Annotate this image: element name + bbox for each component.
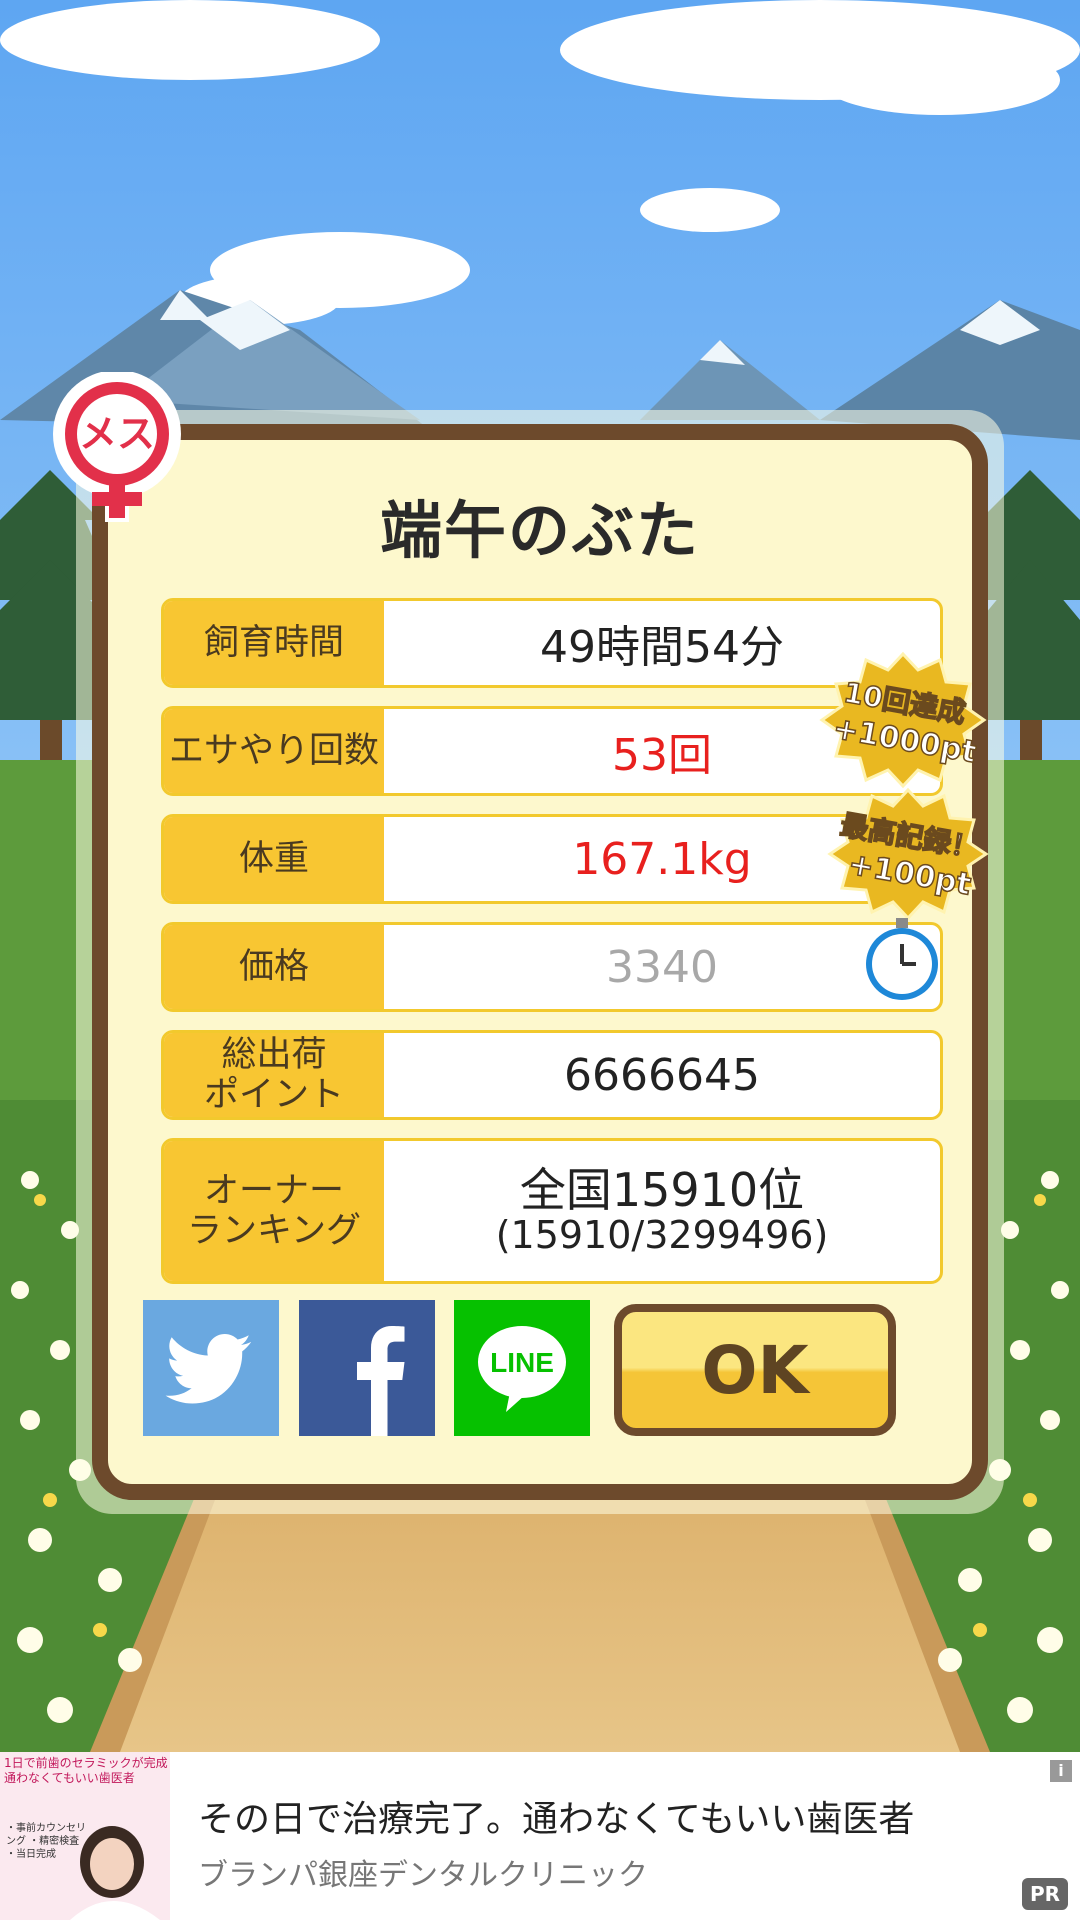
rank-national: 全国15910位	[519, 1162, 805, 1217]
ok-button[interactable]: OK	[614, 1304, 896, 1436]
female-gender-icon: メス	[50, 370, 184, 522]
ad-banner[interactable]: 1日で前歯のセラミックが完成 通わなくてもいい歯医者 ・事前カウンセリング ・精…	[0, 1752, 1080, 1920]
achievement-badge-record: 最高記録！ +100pt	[826, 786, 990, 922]
ad-image: 1日で前歯のセラミックが完成 通わなくてもいい歯医者 ・事前カウンセリング ・精…	[0, 1752, 170, 1920]
stat-row-owner-ranking: オーナー ランキング 全国15910位 (15910/3299496)	[161, 1138, 943, 1284]
pr-badge: PR	[1021, 1878, 1068, 1910]
page-title: 端午のぶた	[379, 494, 700, 567]
stat-label: 価格	[164, 925, 384, 1009]
achievement-badge-feed: 10回達成 +1000pt	[818, 650, 988, 790]
facebook-icon	[357, 1326, 405, 1436]
stopwatch-icon[interactable]	[864, 918, 940, 1002]
ad-info-icon[interactable]: i	[1050, 1760, 1072, 1782]
twitter-icon	[165, 1334, 251, 1404]
svg-text:LINE: LINE	[490, 1347, 554, 1378]
twitter-share-button[interactable]	[143, 1300, 279, 1436]
stat-label: 総出荷 ポイント	[164, 1033, 384, 1117]
ad-sponsor: ブランパ銀座デンタルクリニック	[198, 1858, 648, 1893]
stat-label: 飼育時間	[164, 601, 384, 685]
rank-detail: (15910/3299496)	[495, 1213, 829, 1258]
stat-label: エサやり回数	[164, 709, 384, 793]
svg-text:メス: メス	[79, 412, 155, 456]
stat-row-price: 価格 3340	[161, 922, 943, 1012]
line-icon: LINE	[478, 1326, 566, 1412]
stat-label: オーナー ランキング	[164, 1141, 384, 1281]
stat-row-shipping-points: 総出荷 ポイント 6666645	[161, 1030, 943, 1120]
stat-value: 全国15910位 (15910/3299496)	[384, 1141, 940, 1281]
stat-value: 3340	[606, 941, 718, 993]
line-share-button[interactable]: LINE	[454, 1300, 590, 1436]
stat-value: 6666645	[564, 1049, 760, 1101]
facebook-share-button[interactable]	[299, 1300, 435, 1436]
stat-label: 体重	[164, 817, 384, 901]
ad-title: その日で治療完了。通わなくてもいい歯医者	[198, 1799, 915, 1840]
